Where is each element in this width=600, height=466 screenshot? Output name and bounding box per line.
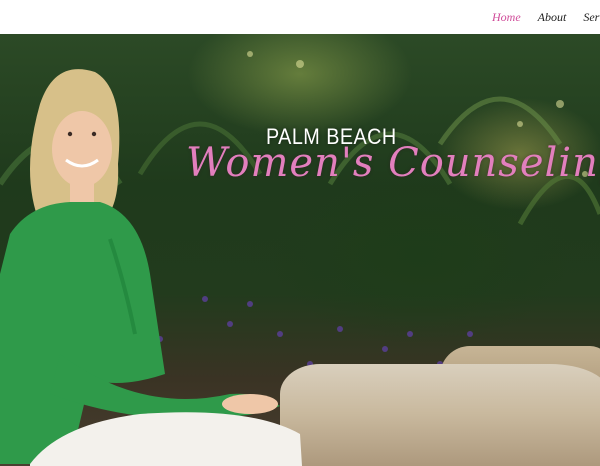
top-navigation-bar: Home About Serv xyxy=(0,0,600,34)
nav-item-home[interactable]: Home xyxy=(492,10,521,25)
stone-ledge xyxy=(280,364,600,466)
nav-item-about[interactable]: About xyxy=(538,10,567,25)
nav-item-services[interactable]: Serv xyxy=(583,10,600,25)
portrait-woman xyxy=(0,69,302,466)
hero-script-title: Women's Counseling xyxy=(186,140,600,186)
main-nav: Home About Serv xyxy=(492,10,600,25)
